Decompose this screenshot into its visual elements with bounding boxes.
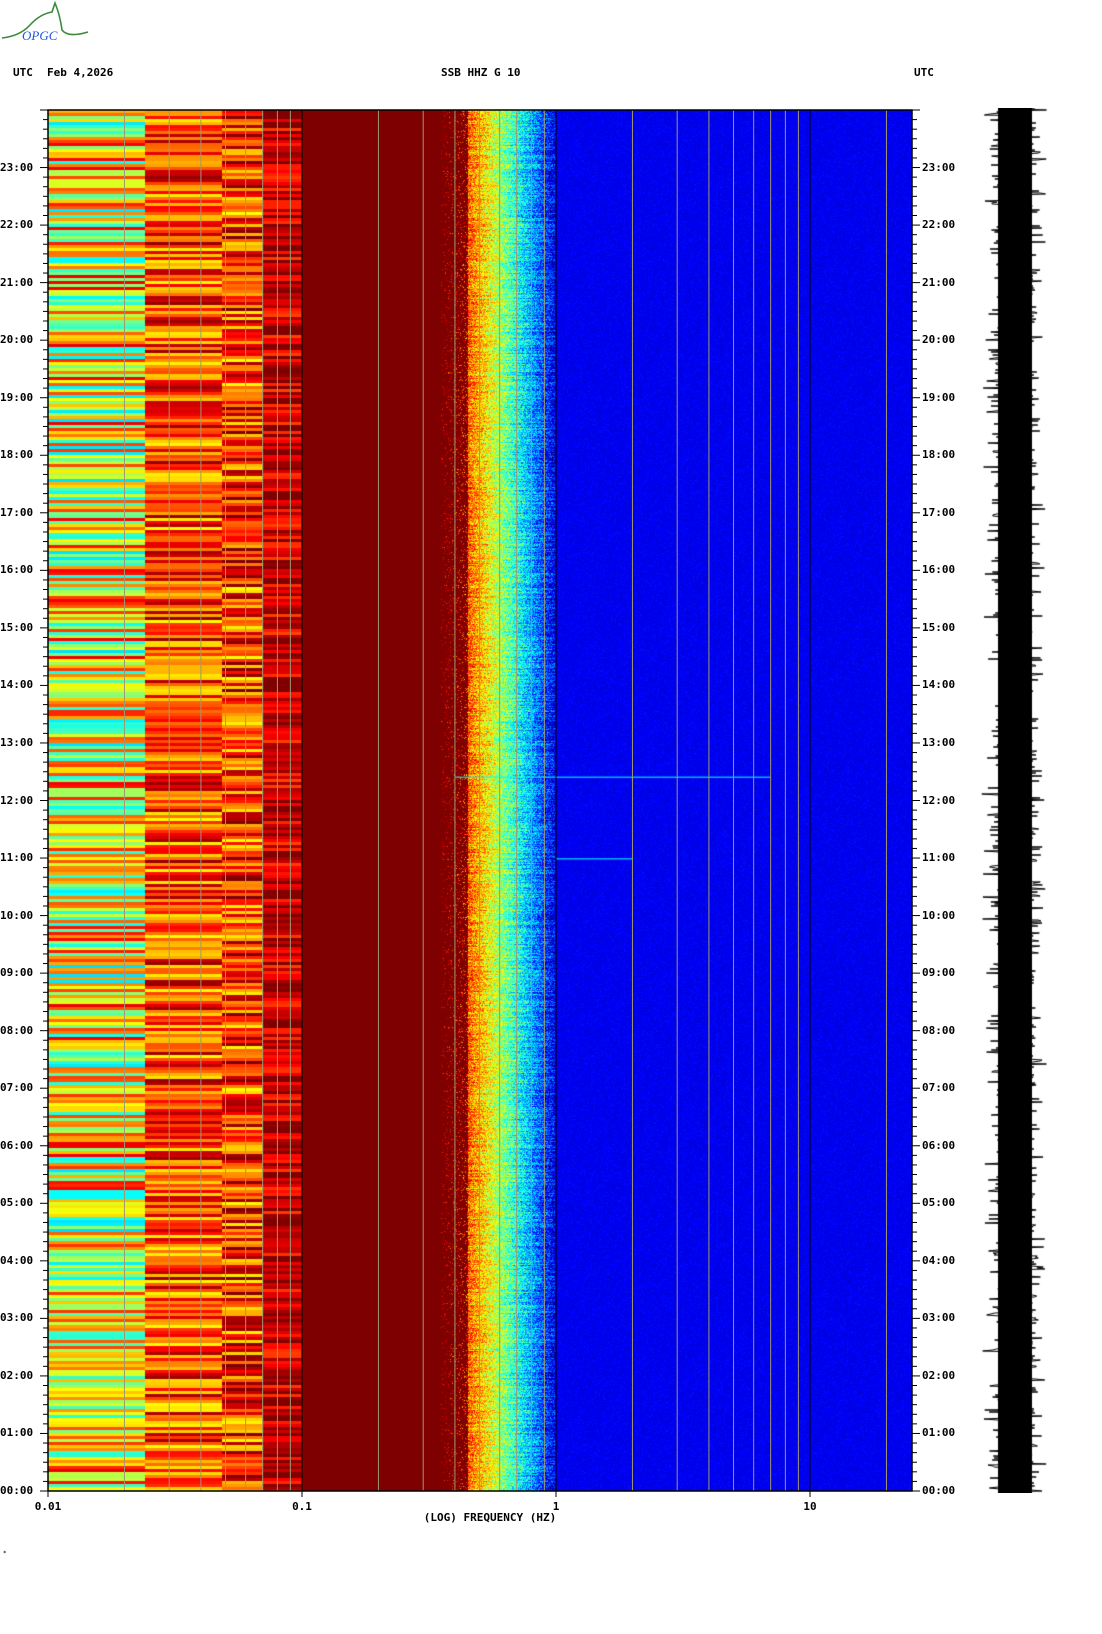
- y-tick-label-left: 20:00: [0, 333, 34, 347]
- x-axis-label: (LOG) FREQUENCY (HZ): [423, 1511, 557, 1524]
- y-tick-label-left: 10:00: [0, 908, 34, 922]
- y-tick-label-right: 14:00: [922, 678, 956, 692]
- y-tick-label-left: 23:00: [0, 160, 34, 174]
- y-tick-label-right: 17:00: [922, 505, 956, 519]
- x-tick-label: 10: [803, 1500, 817, 1513]
- footer-mark: *: [3, 1550, 7, 1557]
- y-tick-label-right: 19:00: [922, 390, 956, 404]
- y-tick-label-right: 00:00: [922, 1484, 956, 1497]
- y-tick-label-right: 13:00: [922, 735, 956, 749]
- y-tick-label-left: 13:00: [0, 735, 34, 749]
- y-tick-label-right: 05:00: [922, 1196, 956, 1210]
- y-tick-label-right: 16:00: [922, 563, 956, 577]
- y-tick-label-left: 03:00: [0, 1311, 34, 1325]
- y-tick-label-right: 07:00: [922, 1081, 956, 1095]
- y-tick-label-left: 07:00: [0, 1081, 34, 1095]
- y-tick-label-right: 09:00: [922, 966, 956, 980]
- y-tick-label-left: 04:00: [0, 1253, 34, 1267]
- y-tick-label-right: 20:00: [922, 333, 956, 347]
- y-tick-label-left: 16:00: [0, 563, 34, 577]
- y-tick-label-right: 08:00: [922, 1023, 956, 1037]
- x-tick-label: 0.1: [292, 1500, 312, 1513]
- y-tick-label-right: 03:00: [922, 1311, 956, 1325]
- y-tick-label-left: 15:00: [0, 620, 34, 634]
- plot-axes: [40, 109, 920, 1497]
- y-tick-label-right: 15:00: [922, 620, 956, 634]
- y-tick-label-left: 21:00: [0, 275, 34, 289]
- y-tick-label-left: 22:00: [0, 218, 34, 232]
- y-tick-label-right: 12:00: [922, 793, 956, 807]
- y-tick-label-left: 14:00: [0, 678, 34, 692]
- y-tick-label-right: 04:00: [922, 1253, 956, 1267]
- y-tick-label-right: 01:00: [922, 1426, 956, 1440]
- y-tick-label-right: 18:00: [922, 448, 956, 462]
- y-tick-label-left: 02:00: [0, 1368, 34, 1382]
- y-tick-label-left: 00:00: [0, 1484, 34, 1497]
- y-tick-label-left: 17:00: [0, 505, 34, 519]
- y-tick-label-right: 06:00: [922, 1138, 956, 1152]
- y-tick-label-left: 12:00: [0, 793, 34, 807]
- y-tick-label-left: 08:00: [0, 1023, 34, 1037]
- y-tick-label-right: 11:00: [922, 851, 956, 865]
- x-tick-label: 0.01: [34, 1500, 62, 1513]
- seismogram-trace: [978, 108, 1052, 1493]
- y-tick-label-left: 11:00: [0, 851, 34, 865]
- y-tick-label-left: 01:00: [0, 1426, 34, 1440]
- y-tick-label-right: 21:00: [922, 275, 956, 289]
- y-tick-label-right: 22:00: [922, 218, 956, 232]
- y-tick-label-left: 06:00: [0, 1138, 34, 1152]
- y-tick-label-left: 05:00: [0, 1196, 34, 1210]
- y-tick-label-left: 18:00: [0, 448, 34, 462]
- y-tick-label-right: 02:00: [922, 1368, 956, 1382]
- y-tick-label-right: 10:00: [922, 908, 956, 922]
- y-tick-label-right: 23:00: [922, 160, 956, 174]
- y-tick-label-left: 19:00: [0, 390, 34, 404]
- y-tick-label-left: 09:00: [0, 966, 34, 980]
